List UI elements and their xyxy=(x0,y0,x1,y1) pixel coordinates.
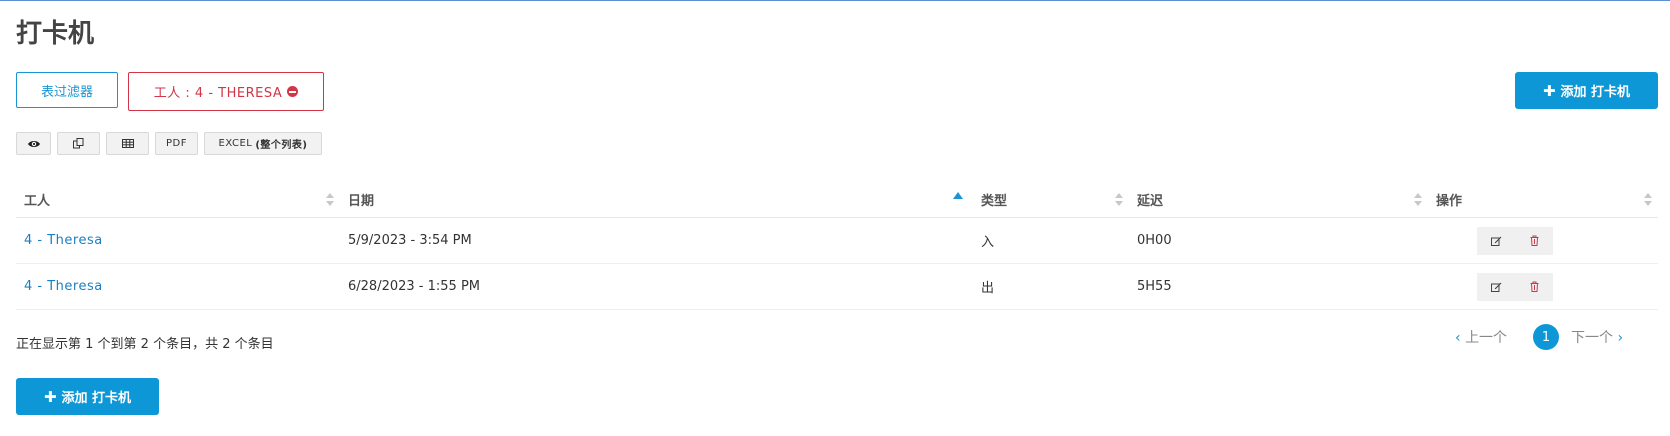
date-cell: 5/9/2023 - 3:54 PM xyxy=(340,217,973,264)
sort-ascending-icon xyxy=(953,192,963,199)
date-cell: 6/28/2023 - 1:55 PM xyxy=(340,263,973,310)
worker-link[interactable]: 4 - Theresa xyxy=(24,279,103,294)
csv-button[interactable] xyxy=(106,132,149,155)
plus-icon: ✚ xyxy=(1542,81,1556,100)
delay-cell: 5H55 xyxy=(1129,263,1428,310)
plus-icon: ✚ xyxy=(43,387,57,406)
row-actions xyxy=(1477,226,1650,255)
edit-button[interactable] xyxy=(1477,226,1515,255)
eye-icon xyxy=(27,140,40,147)
excel-note: (整个列表) xyxy=(255,140,308,151)
table-filter-label: 表过滤器 xyxy=(40,84,93,100)
table-row: 4 - Theresa 5/9/2023 - 3:54 PM 入 0H00 xyxy=(16,217,1658,264)
table-header-row: 工人 日期 类型 延迟 操作 xyxy=(16,181,1658,218)
pdf-label: PDF xyxy=(166,138,187,149)
copy-icon xyxy=(73,138,84,149)
row-actions xyxy=(1477,272,1650,301)
table-icon xyxy=(121,139,134,148)
table-filter-button[interactable]: 表过滤器 xyxy=(16,72,118,108)
active-filter-label: 工人 : 4 - THERESA xyxy=(153,86,283,101)
delete-button[interactable] xyxy=(1515,272,1553,301)
column-visibility-button[interactable] xyxy=(16,132,51,155)
add-timeclock-button-top[interactable]: ✚ 添加 打卡机 xyxy=(1515,72,1658,109)
remove-filter-icon[interactable] xyxy=(287,86,299,97)
delay-cell: 0H00 xyxy=(1129,217,1428,264)
sort-icon xyxy=(1644,193,1652,207)
trash-icon xyxy=(1530,281,1538,292)
next-page-button[interactable]: 下一个 › xyxy=(1571,327,1623,347)
edit-button[interactable] xyxy=(1477,272,1515,301)
timeclock-table: 工人 日期 类型 延迟 操作 4 - Theresa 5/9/2023 - 3:… xyxy=(16,181,1658,310)
column-header-worker[interactable]: 工人 xyxy=(16,181,340,218)
excel-button[interactable]: EXCEL (整个列表) xyxy=(204,132,322,155)
pagination: ‹ 上一个 1 下一个 › xyxy=(1455,323,1660,351)
chevron-right-icon: › xyxy=(1617,330,1624,346)
edit-icon xyxy=(1490,282,1501,292)
column-header-date[interactable]: 日期 xyxy=(340,181,973,218)
add-timeclock-label: 添加 打卡机 xyxy=(61,391,132,406)
add-timeclock-button-bottom[interactable]: ✚ 添加 打卡机 xyxy=(16,378,159,415)
sort-icon xyxy=(326,193,334,207)
copy-button[interactable] xyxy=(57,132,100,155)
column-header-type[interactable]: 类型 xyxy=(973,181,1129,218)
page-title: 打卡机 xyxy=(16,19,95,49)
trash-icon xyxy=(1530,235,1538,246)
excel-label: EXCEL xyxy=(218,138,253,149)
column-header-actions[interactable]: 操作 xyxy=(1428,181,1658,218)
type-cell: 出 xyxy=(973,263,1129,310)
previous-page-button[interactable]: ‹ 上一个 xyxy=(1455,327,1507,347)
add-timeclock-label: 添加 打卡机 xyxy=(1560,85,1631,100)
chevron-left-icon: ‹ xyxy=(1455,330,1461,346)
edit-icon xyxy=(1490,236,1501,246)
delete-button[interactable] xyxy=(1515,226,1553,255)
sort-icon xyxy=(1115,193,1123,207)
active-filter-chip[interactable]: 工人 : 4 - THERESA xyxy=(128,72,324,111)
pdf-button[interactable]: PDF xyxy=(155,132,198,155)
table-row: 4 - Theresa 6/28/2023 - 1:55 PM 出 5H55 xyxy=(16,263,1658,310)
page-number-current[interactable]: 1 xyxy=(1533,324,1559,350)
worker-link[interactable]: 4 - Theresa xyxy=(24,233,103,248)
column-header-delay[interactable]: 延迟 xyxy=(1129,181,1428,218)
entries-summary: 正在显示第 1 个到第 2 个条目，共 2 个条目 xyxy=(16,337,274,352)
sort-icon xyxy=(1414,193,1422,207)
type-cell: 入 xyxy=(973,217,1129,264)
